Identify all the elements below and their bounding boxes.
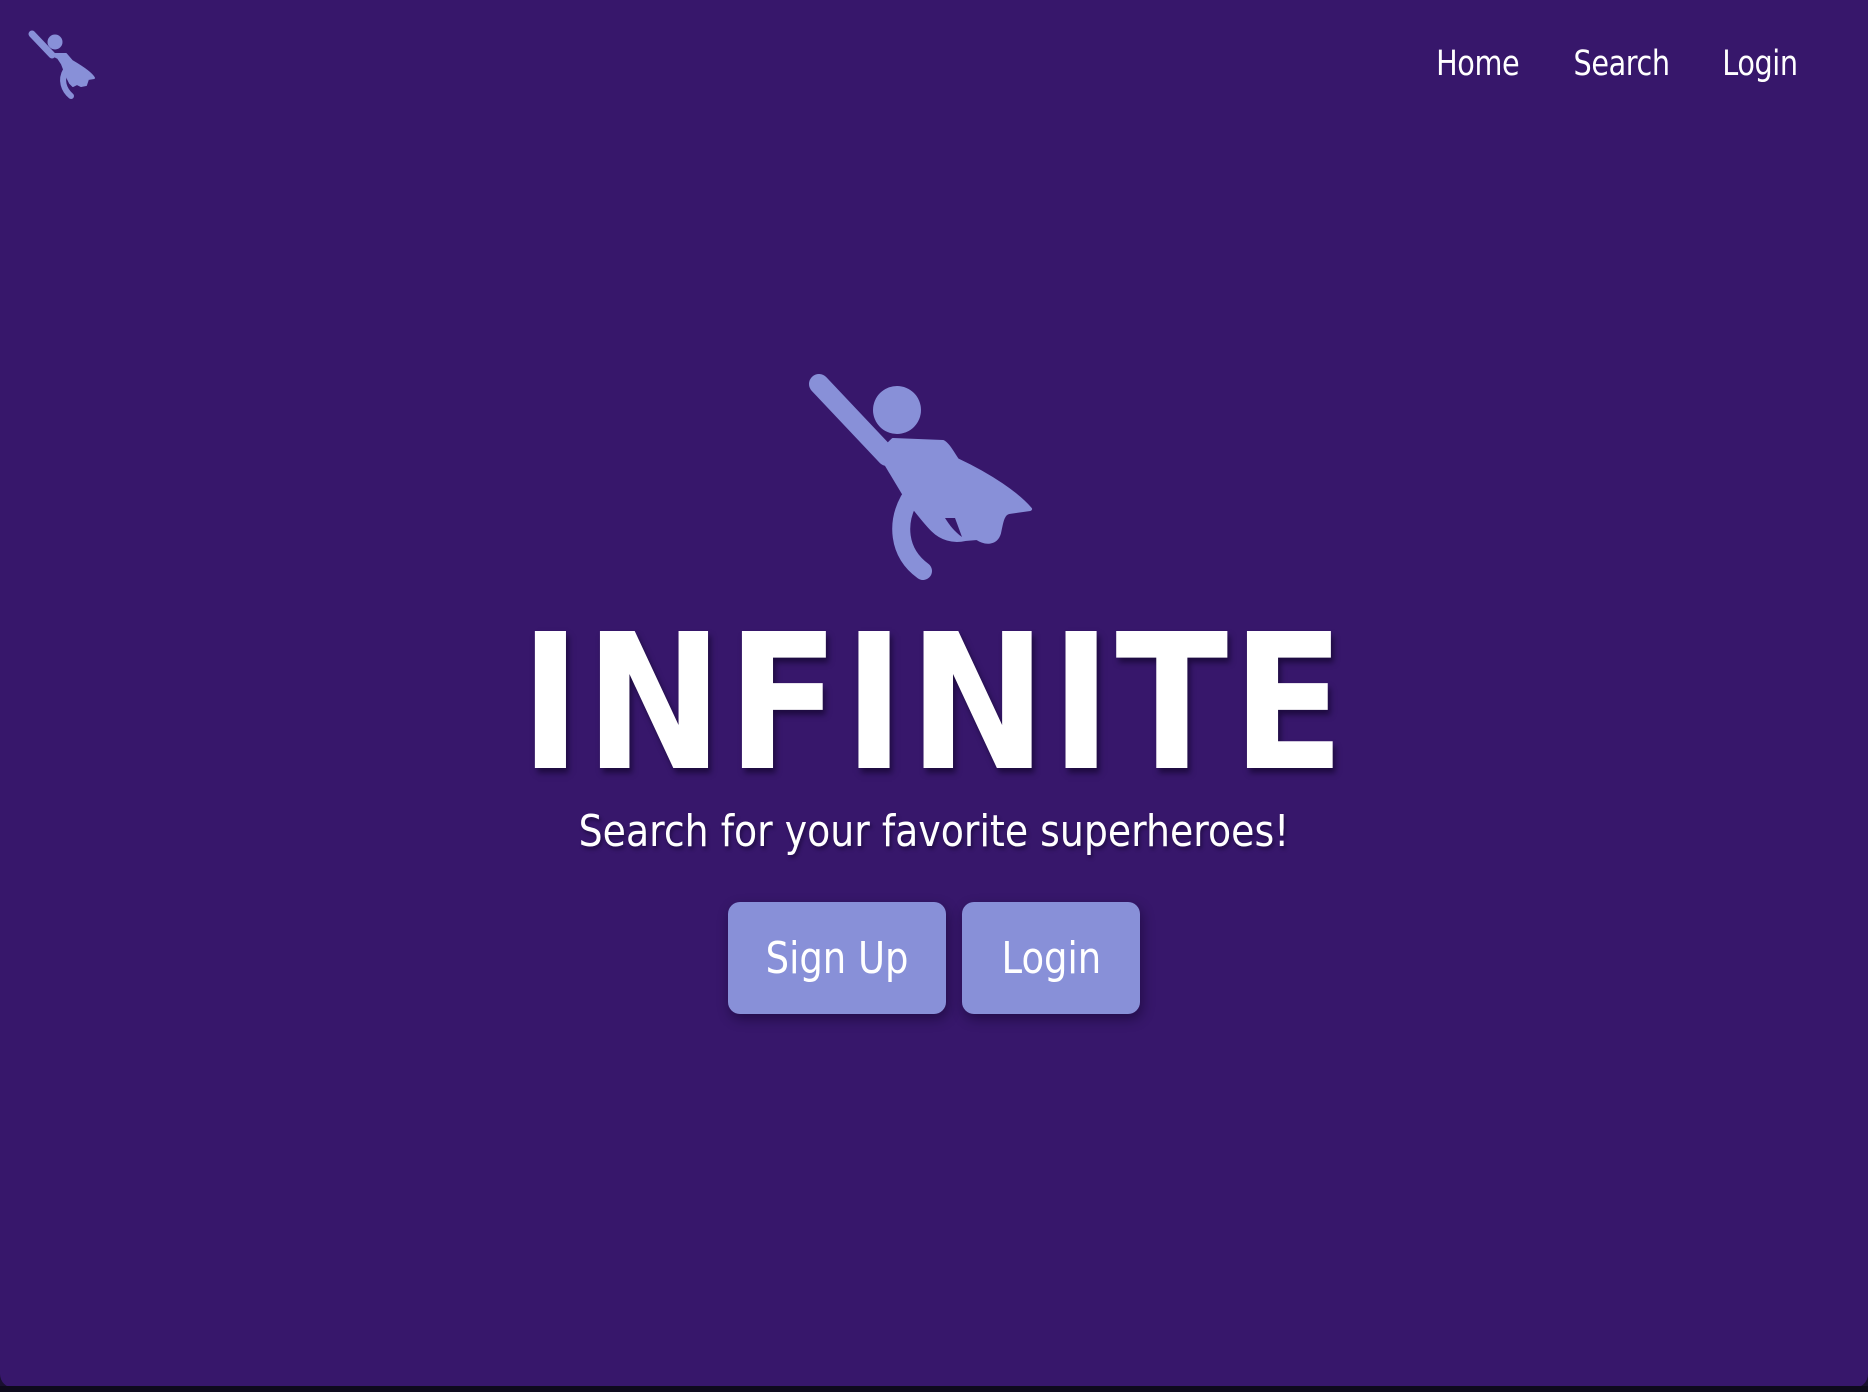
- login-button[interactable]: Login: [962, 902, 1140, 1014]
- landing-page: Home Search Login INFINITE Search for yo…: [0, 0, 1868, 1388]
- window-bottom-edge: [0, 1386, 1868, 1392]
- login-button-label: Login: [1001, 932, 1101, 984]
- flying-superhero-logo-icon[interactable]: [26, 28, 116, 112]
- site-title: INFINITE: [519, 594, 1349, 813]
- sign-up-button[interactable]: Sign Up: [728, 902, 946, 1014]
- site-tagline: Search for your favorite superheroes!: [578, 806, 1290, 857]
- top-navigation: Home Search Login: [1427, 44, 1806, 84]
- nav-search-link[interactable]: Search: [1573, 44, 1670, 84]
- cta-buttons: Sign Up Login: [0, 902, 1868, 1014]
- nav-login-link[interactable]: Login: [1722, 44, 1798, 84]
- sign-up-button-label: Sign Up: [765, 932, 909, 984]
- nav-home-link[interactable]: Home: [1437, 44, 1521, 84]
- flying-superhero-hero-icon: [805, 372, 1065, 617]
